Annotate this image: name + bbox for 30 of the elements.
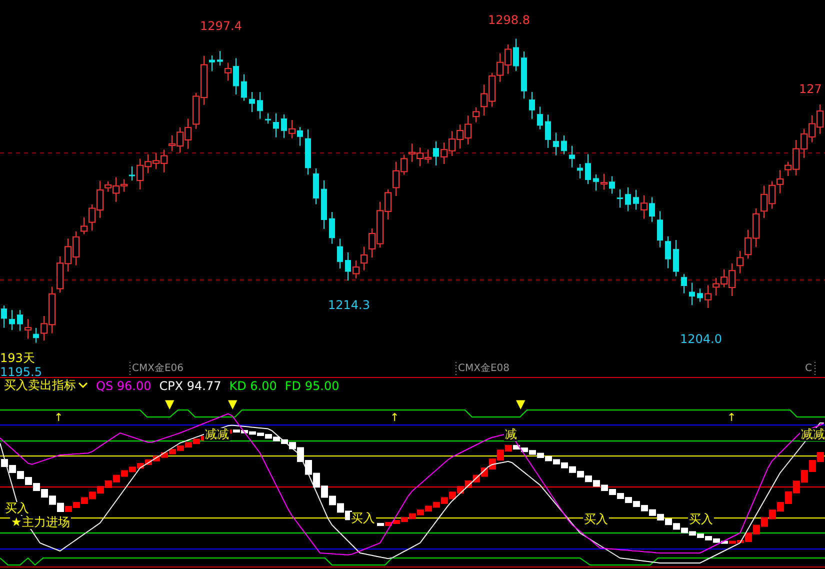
down-triangle-marker: ▼ — [165, 398, 174, 411]
axis-label: CMX金E06 — [132, 363, 184, 375]
signal-label: 买入 — [583, 513, 609, 526]
indicator-name: 买入卖出指标 — [4, 377, 76, 394]
price-label: 1204.0 — [680, 333, 722, 346]
indicator-value: QS 96.00 — [96, 378, 152, 392]
chevron-down-icon[interactable] — [78, 382, 88, 389]
signal-label: 减减 — [800, 428, 825, 441]
down-triangle-marker: ▼ — [228, 398, 238, 411]
up-arrow-marker: ↑ — [54, 411, 64, 424]
signal-label: 买入 — [4, 502, 30, 515]
signal-label: ★主力进场 — [10, 516, 71, 529]
down-triangle-marker: ▼ — [516, 398, 526, 411]
axis-label: CMX金E08 — [458, 363, 510, 375]
indicator-value: CPX 94.77 — [159, 378, 222, 392]
price-label: 193天 — [0, 352, 35, 365]
price-label: 127 — [799, 83, 822, 96]
signal-label: 减减 — [204, 428, 230, 441]
signal-label: 减 — [504, 428, 518, 441]
axis-label: C — [805, 363, 812, 375]
price-label: 1214.3 — [328, 299, 370, 312]
indicator-value: FD 95.00 — [284, 378, 340, 392]
price-label: 1297.4 — [200, 20, 242, 33]
price-label: 1298.8 — [488, 14, 530, 27]
price-label: 1195.5 — [0, 366, 42, 377]
signal-label: 买入 — [350, 512, 376, 525]
indicator-value: KD 6.00 — [229, 378, 277, 392]
up-arrow-marker: ↑ — [727, 411, 736, 424]
signal-label: 买入 — [688, 513, 714, 526]
up-arrow-marker: ↑ — [390, 411, 400, 424]
